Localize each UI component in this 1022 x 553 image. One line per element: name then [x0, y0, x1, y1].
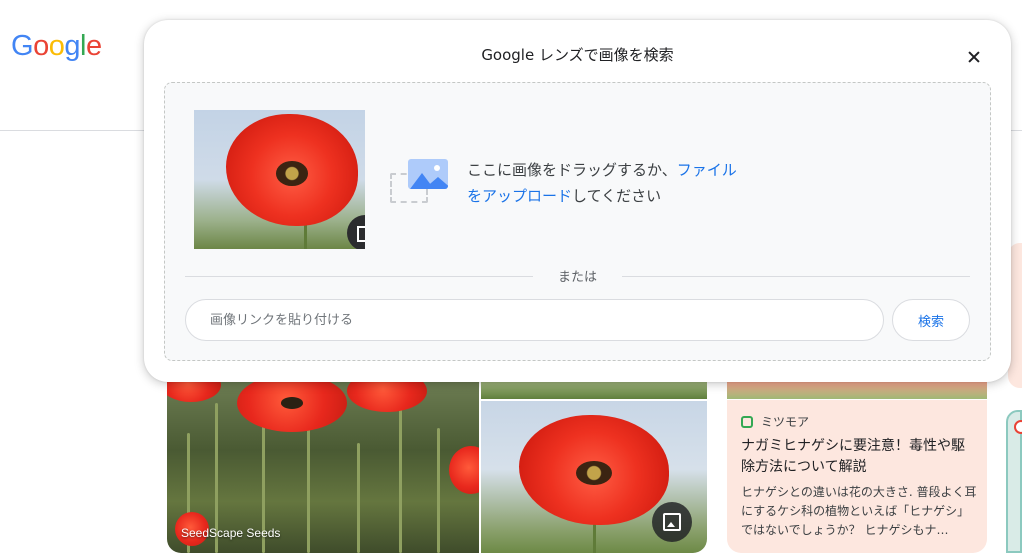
image-upload-icon	[390, 159, 450, 205]
grass-stalk	[399, 403, 402, 553]
result-snippet: ヒナゲシとの違いは花の大きさ. 普段よく耳にするケシ科の植物といえば「ヒナゲシ」…	[741, 485, 977, 537]
google-logo[interactable]: Google	[11, 30, 102, 63]
result-source: ミツモア	[741, 413, 809, 430]
drop-instructions: ここに画像をドラッグするか、ファイルをアップロードしてください	[467, 157, 767, 209]
poppy-flower	[449, 446, 479, 494]
logo-letter: e	[85, 30, 102, 62]
result-card[interactable]: ミツモア ナガミヒナゲシに要注意！毒性や駆除方法について解説 ヒナゲシとの違いは…	[727, 400, 987, 553]
result-image-tile-1[interactable]: SeedScape Seeds	[167, 382, 479, 553]
result-image-tile-2-top[interactable]	[481, 382, 707, 399]
upload-file-link[interactable]: をアップロード	[467, 187, 572, 205]
logo-letter: o	[48, 30, 65, 62]
drop-text-before: ここに画像をドラッグするか、	[467, 161, 677, 179]
or-label: または	[557, 270, 597, 285]
logo-letter: G	[11, 30, 34, 62]
poppy-flower	[237, 382, 347, 432]
or-divider: または	[185, 266, 970, 286]
site-favicon-icon	[741, 415, 753, 428]
example-image-preview[interactable]	[194, 110, 365, 249]
image-search-icon[interactable]	[652, 502, 692, 542]
grass-stalk	[437, 428, 440, 553]
poppy-flower	[226, 114, 358, 226]
lens-search-dialog: Google レンズで画像を検索 ここに画像をドラッグするか、ファイルをアップロ…	[144, 20, 1011, 382]
result-image-tile-3-top[interactable]	[727, 382, 987, 399]
close-button[interactable]	[957, 40, 991, 74]
logo-letter: o	[33, 30, 49, 62]
image-drop-zone[interactable]: ここに画像をドラッグするか、ファイルをアップロードしてください または 検索	[164, 82, 991, 361]
search-button[interactable]: 検索	[892, 299, 970, 341]
upload-file-link[interactable]: ファイル	[677, 161, 737, 179]
poppy-flower	[519, 415, 669, 525]
logo-letter: g	[64, 30, 80, 62]
poppy-flower	[347, 382, 427, 412]
dialog-title: Google レンズで画像を検索	[481, 46, 674, 64]
grass-stalk	[357, 443, 360, 553]
tile-source-label: SeedScape Seeds	[181, 526, 281, 540]
result-image-tile-2[interactable]	[481, 401, 707, 553]
result-title[interactable]: ナガミヒナゲシに要注意！毒性や駆除方法について解説	[741, 436, 977, 478]
image-search-icon[interactable]	[347, 215, 365, 249]
result-card-partial[interactable]	[1006, 410, 1022, 553]
result-source-name: ミツモア	[761, 415, 810, 429]
poppy-flower	[167, 382, 221, 402]
image-url-input[interactable]	[185, 299, 884, 341]
drop-text-after: してください	[572, 187, 662, 205]
